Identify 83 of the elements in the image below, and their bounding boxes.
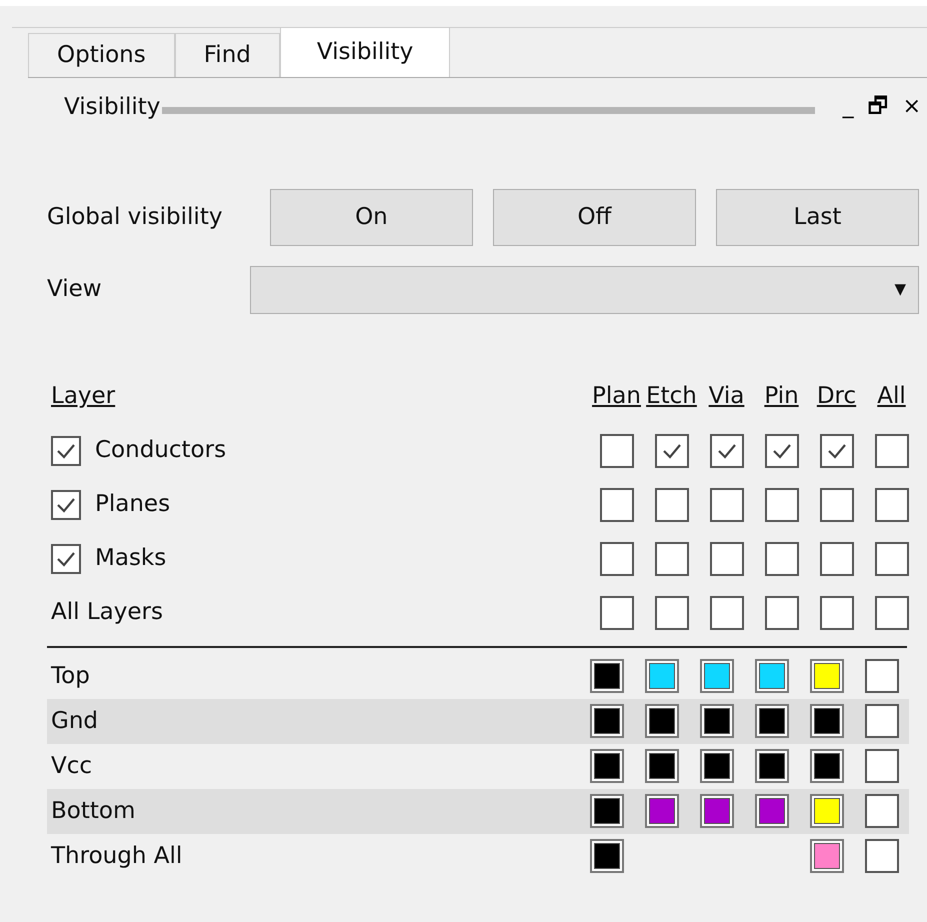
restore-button[interactable]: 🗗	[862, 96, 895, 118]
checkbox[interactable]	[764, 596, 798, 630]
checkbox[interactable]	[820, 434, 854, 468]
checkbox[interactable]	[51, 544, 81, 574]
column-header[interactable]: Etch	[646, 379, 697, 414]
color-swatch[interactable]	[810, 659, 844, 693]
checkbox[interactable]	[820, 488, 854, 522]
column-header[interactable]: Layer	[51, 379, 116, 414]
color-swatch[interactable]	[644, 749, 678, 783]
color-swatch[interactable]	[754, 659, 788, 693]
checkbox[interactable]	[874, 596, 908, 630]
checkbox[interactable]	[600, 488, 634, 522]
color-swatch[interactable]	[590, 659, 624, 693]
checkbox[interactable]	[874, 488, 908, 522]
layer-label: Gnd	[51, 706, 99, 736]
color-swatch[interactable]	[590, 839, 624, 873]
column-header[interactable]: Plan	[592, 379, 641, 414]
checkbox[interactable]	[864, 659, 898, 693]
minimize-button[interactable]: _	[836, 96, 860, 118]
color-swatch[interactable]	[810, 704, 844, 738]
color-swatch[interactable]	[700, 704, 734, 738]
tab[interactable]: Options	[28, 33, 175, 77]
field-label: View	[47, 275, 103, 304]
checkbox[interactable]	[51, 490, 81, 520]
color-swatch[interactable]	[644, 704, 678, 738]
layer-label: Bottom	[51, 796, 136, 826]
checkbox[interactable]	[51, 436, 81, 466]
layer-label: Vcc	[51, 752, 94, 781]
color-swatch[interactable]	[590, 794, 624, 828]
column-header[interactable]: Drc	[816, 379, 856, 414]
column-header[interactable]: Via	[708, 379, 744, 414]
checkbox[interactable]	[654, 434, 688, 468]
color-swatch[interactable]	[810, 749, 844, 783]
checkbox[interactable]	[710, 596, 744, 630]
visibility-button[interactable]: Off	[492, 188, 696, 246]
checkbox[interactable]	[710, 542, 744, 576]
layer-label: Masks	[95, 544, 166, 574]
visibility-button[interactable]: Last	[716, 188, 919, 246]
checkbox[interactable]	[864, 704, 898, 738]
panel-title: Visibility	[64, 93, 160, 122]
view-dropdown[interactable]: ▾	[250, 266, 919, 314]
color-swatch[interactable]	[590, 749, 624, 783]
checkbox[interactable]	[654, 596, 688, 630]
color-swatch[interactable]	[754, 704, 788, 738]
color-swatch[interactable]	[754, 749, 788, 783]
checkbox[interactable]	[654, 542, 688, 576]
checkbox[interactable]	[710, 488, 744, 522]
color-swatch[interactable]	[810, 839, 844, 873]
color-swatch[interactable]	[700, 659, 734, 693]
checkbox[interactable]	[874, 542, 908, 576]
checkbox[interactable]	[820, 596, 854, 630]
color-swatch[interactable]	[590, 704, 624, 738]
checkbox[interactable]	[764, 434, 798, 468]
color-swatch[interactable]	[754, 794, 788, 828]
checkbox[interactable]	[874, 434, 908, 468]
color-swatch[interactable]	[810, 794, 844, 828]
layer-label: Conductors	[95, 436, 226, 466]
checkbox[interactable]	[864, 749, 898, 783]
checkbox[interactable]	[864, 794, 898, 828]
checkbox[interactable]	[600, 434, 634, 468]
color-swatch[interactable]	[644, 794, 678, 828]
checkbox[interactable]	[654, 488, 688, 522]
color-swatch[interactable]	[644, 659, 678, 693]
column-header[interactable]: Pin	[764, 379, 799, 414]
checkbox[interactable]	[764, 542, 798, 576]
layer-label: All Layers	[51, 598, 163, 628]
layer-label: Planes	[95, 490, 170, 520]
tab[interactable]: Visibility	[280, 27, 450, 77]
close-button[interactable]: ×	[896, 96, 927, 118]
checkbox[interactable]	[600, 542, 634, 576]
checkbox[interactable]	[600, 596, 634, 630]
tab[interactable]: Find	[174, 33, 280, 77]
visibility-button[interactable]: On	[270, 188, 473, 246]
layer-label: Top	[51, 662, 91, 691]
checkbox[interactable]	[820, 542, 854, 576]
column-header[interactable]: All	[877, 379, 906, 414]
field-label: Global visibility	[47, 202, 224, 232]
color-swatch[interactable]	[700, 794, 734, 828]
checkbox[interactable]	[710, 434, 744, 468]
checkbox[interactable]	[864, 839, 898, 873]
color-swatch[interactable]	[700, 749, 734, 783]
checkbox[interactable]	[764, 488, 798, 522]
layer-label: Through All	[51, 842, 184, 871]
